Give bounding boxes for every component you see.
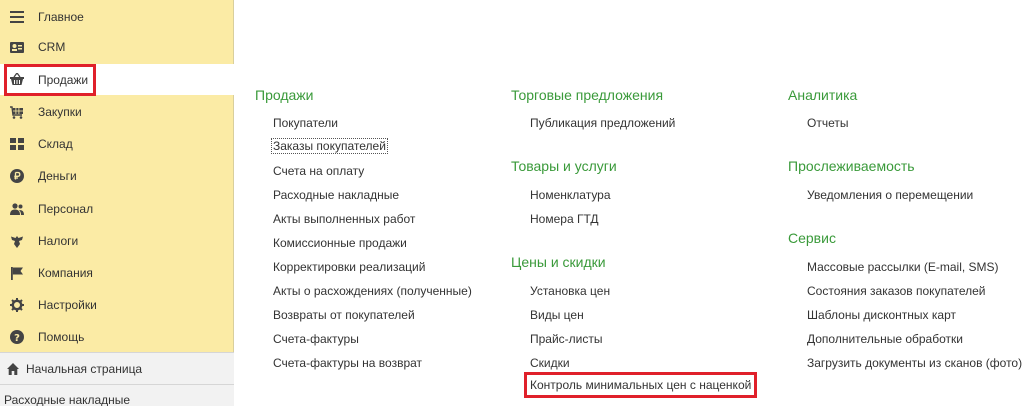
sidebar-item-settings[interactable]: Настройки (0, 290, 234, 320)
link-commission-sales[interactable]: Комиссионные продажи (273, 236, 407, 250)
sidebar-item-label: Персонал (38, 202, 94, 216)
app-window: Главное CRM Продажи Закупки Склад Деньги… (0, 0, 1024, 406)
link-set-prices[interactable]: Установка цен (530, 284, 610, 298)
link-sales-invoices[interactable]: Расходные накладные (273, 188, 399, 202)
link-customer-returns[interactable]: Возвраты от покупателей (273, 308, 415, 322)
sections-sidebar: Главное CRM Продажи Закупки Склад Деньги… (0, 0, 236, 406)
link-discrepancy-acts[interactable]: Акты о расхождениях (полученные) (273, 284, 472, 298)
cart-grid-icon (10, 105, 24, 119)
sidebar-item-label: Налоги (38, 234, 79, 248)
link-tax-invoices[interactable]: Счета-фактуры (273, 332, 359, 346)
home-icon (7, 363, 19, 375)
help-icon: ? (10, 330, 24, 344)
sidebar-item-warehouse[interactable]: Склад (0, 129, 234, 159)
sidebar-item-label: Помощь (38, 330, 85, 344)
link-additional-processing[interactable]: Дополнительные обработки (807, 332, 963, 346)
contact-card-icon (10, 40, 24, 54)
sidebar-item-taxes[interactable]: Налоги (0, 226, 234, 256)
section-title-traceability: Прослеживаемость (788, 158, 915, 174)
link-upload-scans[interactable]: Загрузить документы из сканов (фото) (807, 356, 1022, 370)
sidebar-item-label: CRM (38, 40, 66, 54)
link-discounts[interactable]: Скидки (530, 356, 570, 370)
link-completion-acts[interactable]: Акты выполненных работ (273, 212, 415, 226)
link-customers[interactable]: Покупатели (273, 116, 338, 130)
sidebar-item-money[interactable]: Деньги (0, 161, 234, 191)
people-icon (10, 202, 24, 216)
active-section-highlight (4, 64, 96, 96)
ruble-coin-icon (10, 169, 24, 183)
link-customs-numbers[interactable]: Номера ГТД (530, 212, 599, 226)
sidebar-item-purchases[interactable]: Закупки (0, 97, 234, 127)
link-mass-mailing[interactable]: Массовые рассылки (E-mail, SMS) (807, 260, 999, 274)
sidebar-item-label: Главное (38, 10, 84, 24)
section-title-analytics: Аналитика (788, 87, 858, 103)
link-nomenclature[interactable]: Номенклатура (530, 188, 611, 202)
link-movement-notifications[interactable]: Уведомления о перемещении (807, 188, 973, 202)
section-title-service: Сервис (788, 230, 836, 246)
link-discount-card-templates[interactable]: Шаблоны дисконтных карт (807, 308, 956, 322)
sidebar-item-label: Закупки (38, 105, 82, 119)
link-price-lists[interactable]: Прайс-листы (530, 332, 603, 346)
sidebar-item-main[interactable]: Главное (0, 2, 234, 32)
eagle-emblem-icon (10, 234, 24, 248)
link-order-states[interactable]: Состояния заказов покупателей (807, 284, 986, 298)
sidebar-item-crm[interactable]: CRM (0, 32, 234, 62)
target-link-highlight (524, 372, 757, 398)
sidebar-item-label: Компания (38, 266, 93, 280)
open-window-item[interactable]: Расходные накладные (4, 393, 130, 406)
sidebar-item-label: Склад (38, 137, 73, 151)
home-page-link[interactable]: Начальная страница (0, 353, 234, 385)
sidebar-item-company[interactable]: Компания (0, 258, 234, 288)
section-title-trade-offers: Торговые предложения (511, 87, 664, 103)
link-customer-orders[interactable]: Заказы покупателей (271, 138, 388, 154)
section-title-sales: Продажи (255, 87, 314, 103)
open-windows-panel: Начальная страница Расходные накладные (0, 352, 234, 406)
link-reports[interactable]: Отчеты (807, 116, 848, 130)
flag-icon (10, 266, 24, 280)
sidebar-item-label: Деньги (38, 169, 77, 183)
sidebar-item-staff[interactable]: Персонал (0, 194, 234, 224)
section-title-goods-services: Товары и услуги (511, 158, 617, 174)
section-title-prices-discounts: Цены и скидки (511, 254, 606, 270)
warehouse-icon (10, 137, 24, 151)
link-invoices-for-payment[interactable]: Счета на оплату (273, 164, 364, 178)
home-page-label: Начальная страница (26, 362, 143, 376)
gear-icon (10, 298, 24, 312)
sidebar-item-label: Настройки (38, 298, 97, 312)
link-offer-publication[interactable]: Публикация предложений (530, 116, 675, 130)
svg-text:?: ? (14, 333, 20, 344)
link-price-types[interactable]: Виды цен (530, 308, 584, 322)
link-sales-adjustments[interactable]: Корректировки реализаций (273, 260, 425, 274)
menu-icon (10, 10, 24, 24)
sidebar-item-help[interactable]: ? Помощь (0, 322, 234, 352)
link-return-tax-invoices[interactable]: Счета-фактуры на возврат (273, 356, 422, 370)
